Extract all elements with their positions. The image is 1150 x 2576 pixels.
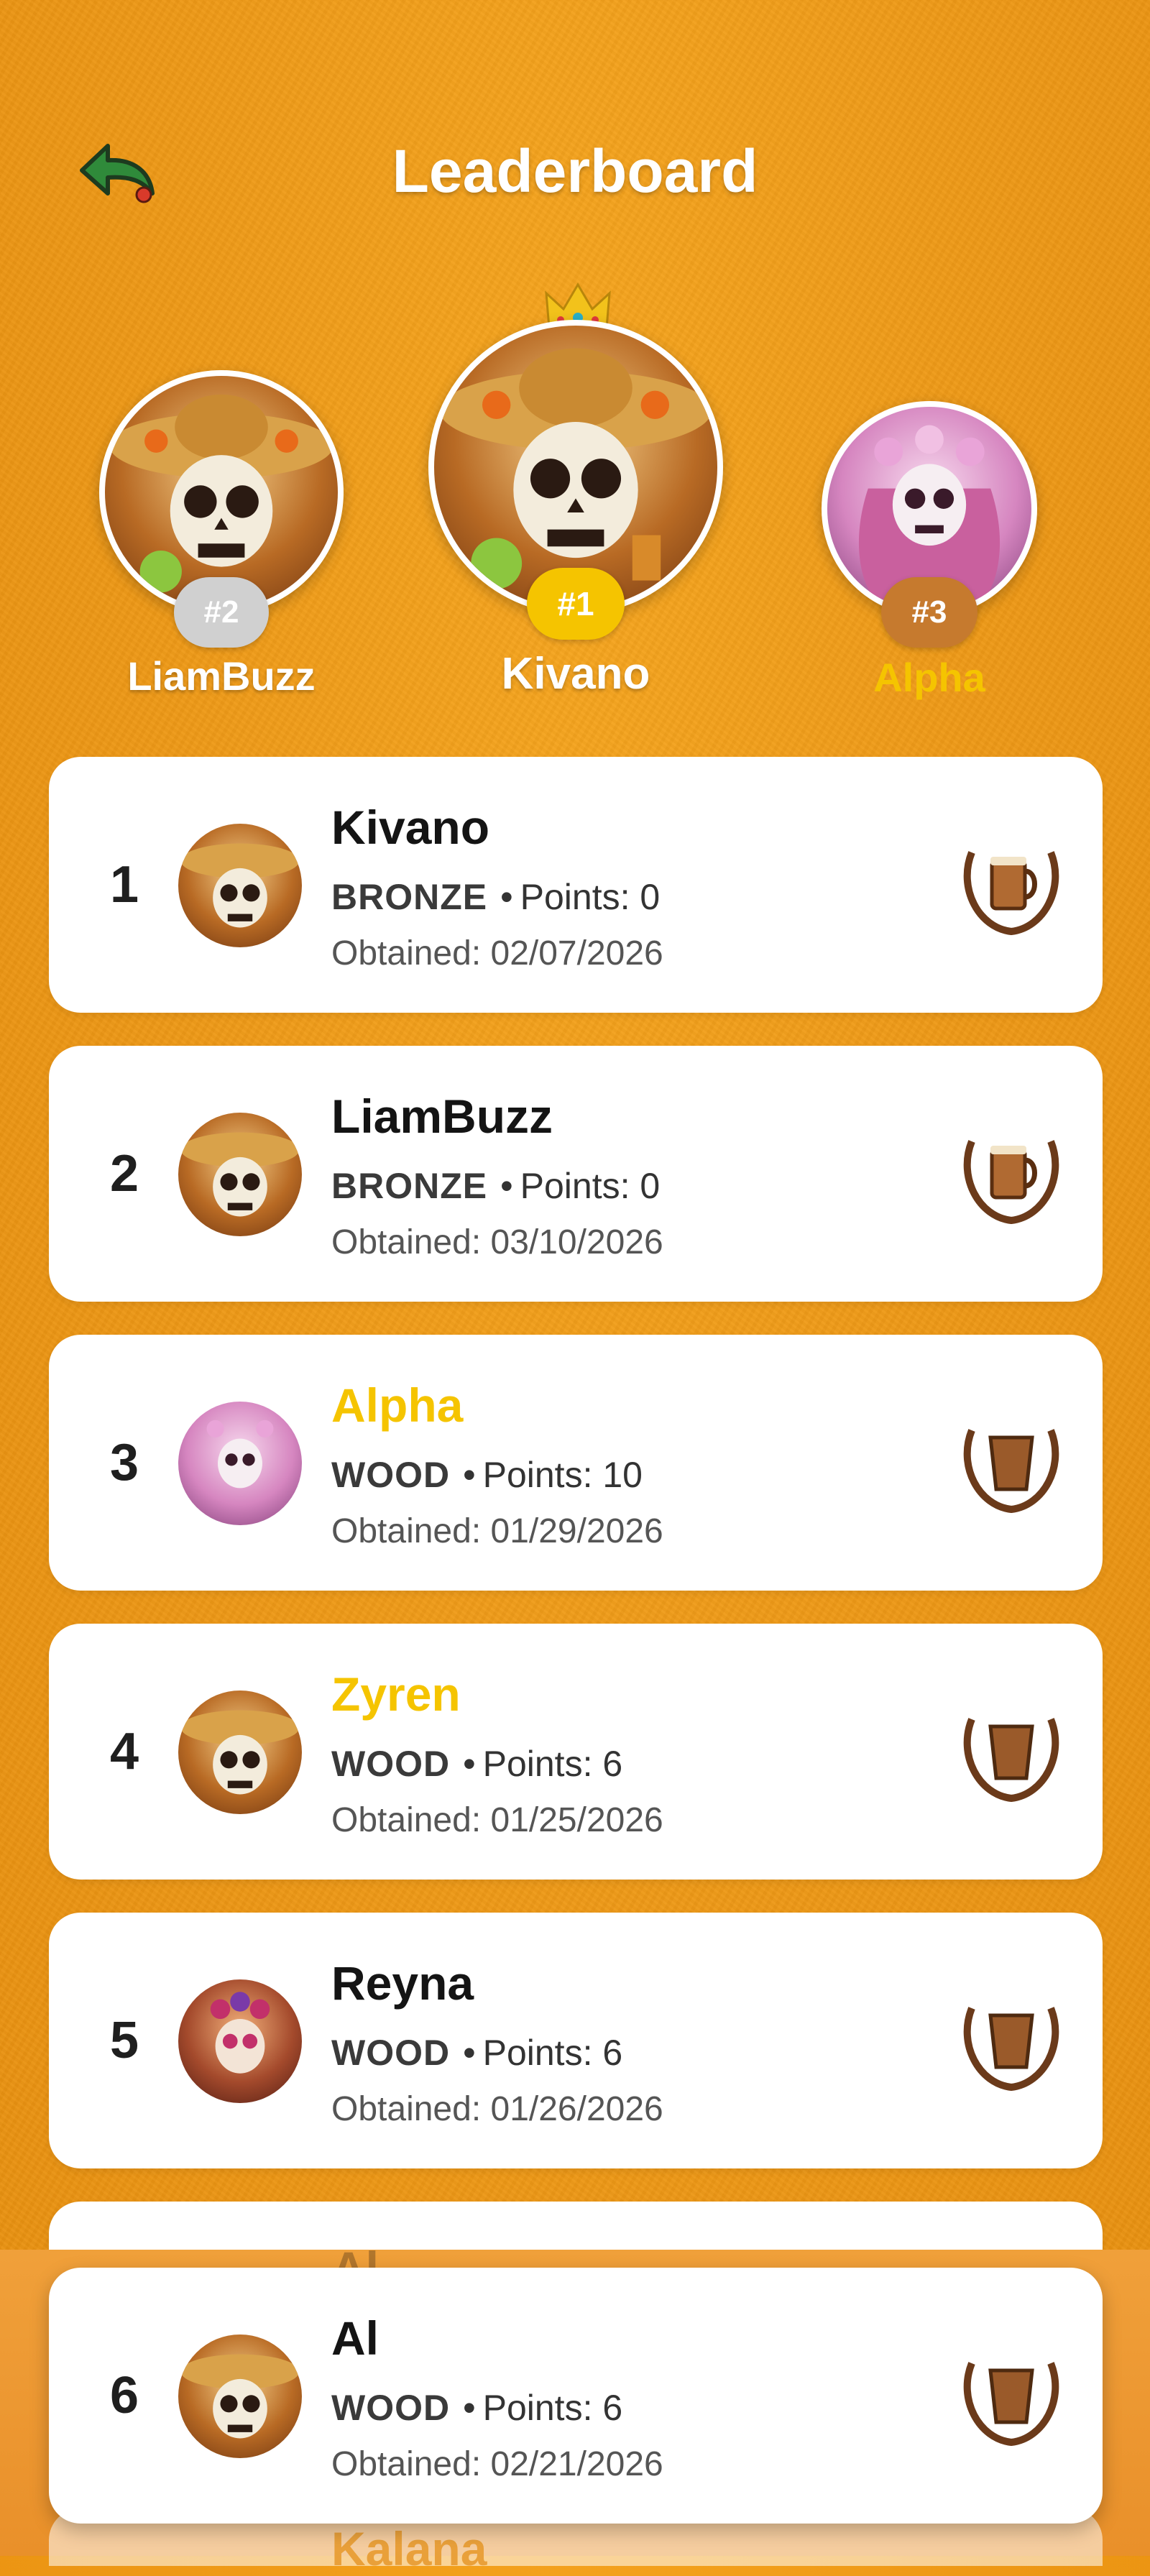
tier-label: WOOD [331,1744,451,1784]
points-label: Points: [482,1744,593,1784]
player-name: Zyren [331,1668,461,1721]
player-name: Al [331,2312,379,2365]
points-label: Points: [482,1455,593,1495]
bronze-mug-icon [957,1120,1065,1228]
wood-cup-icon [957,2342,1065,2450]
tier-points: WOOD • Points: 6 [331,2033,623,2073]
player-name: Alpha [331,1379,464,1432]
avatar [178,2334,302,2458]
obtained-date: Obtained: 02/07/2026 [331,934,663,972]
player-name: Kivano [331,801,490,854]
avatar [178,1979,302,2103]
leaderboard-row[interactable]: 4 Zyren WOOD • Points: 6 Obtained: 01/25/2… [49,1624,1103,1880]
leaderboard-row[interactable]: 5 Reyna WOOD • Points: 6 Obtained: 01/26/2… [49,1913,1103,2168]
rank-badge-third: #3 [881,577,978,648]
player-name: LiamBuzz [331,1090,553,1143]
tier-points: WOOD • Points: 10 [331,1455,643,1495]
wood-cup-icon [957,1409,1065,1517]
podium-third-place[interactable]: #3 Alpha [822,401,1037,703]
avatar [178,1402,302,1525]
obtained-date: Obtained: 01/29/2026 [331,1512,663,1550]
rank-badge-second: #2 [174,577,269,648]
tier-label: BRONZE [331,1166,488,1206]
points-label: Points: [482,2033,593,2073]
obtained-date: Obtained: 01/26/2026 [331,2090,663,2128]
avatar [178,1690,302,1814]
tier-points: WOOD • Points: 6 [331,2388,623,2428]
avatar [178,824,302,947]
tier-label: BRONZE [331,877,488,917]
avatar [178,1113,302,1236]
bronze-mug-icon [957,831,1065,939]
peek-name-below: Kalana [331,2522,487,2575]
tier-label: WOOD [331,2388,451,2428]
tier-points: BRONZE • Points: 0 [331,877,661,917]
wood-cup-icon [957,1987,1065,2094]
page-title: Leaderboard [392,137,758,205]
peek-name-above: Al [331,2242,379,2270]
points-value: 0 [640,877,661,917]
podium-name-first: Kivano [501,649,650,699]
tier-label: WOOD [331,2033,451,2073]
obtained-date: Obtained: 01/25/2026 [331,1801,663,1839]
tier-label: WOOD [331,1455,451,1495]
rank-number: 6 [109,2367,139,2424]
tier-points: BRONZE • Points: 0 [331,1166,661,1206]
leaderboard-row[interactable]: 2 LiamBuzz BRONZE • Points: 0 Obtained: 03… [49,1046,1103,1302]
points-value: 6 [602,2033,623,2073]
points-value: 0 [640,1166,661,1206]
current-user-row[interactable]: 6 Al WOOD • Points: 6 Obtained: 02/21/2026 [49,2268,1103,2524]
rank-badge-first: #1 [527,568,625,640]
rank-number: 4 [109,1723,139,1780]
points-label: Points: [520,877,630,917]
points-label: Points: [520,1166,630,1206]
podium-first-place[interactable]: #1 Kivano [428,273,723,704]
rank-number: 3 [109,1434,139,1491]
rank-number: 1 [109,856,139,914]
rank-number: 5 [109,2012,139,2069]
obtained-date: Obtained: 02/21/2026 [331,2445,663,2483]
points-value: 6 [602,2388,623,2428]
podium-name-third: Alpha [873,655,985,700]
podium-second-place[interactable]: #2 LiamBuzz [99,370,344,701]
points-label: Points: [482,2388,593,2428]
leaderboard-row[interactable]: 1 Kivano BRONZE • Points: 0 Obtained: 02/0… [49,757,1103,1013]
leaderboard-row[interactable]: 3 Alpha WOOD • Points: 10 Obtained: 01/29/… [49,1335,1103,1591]
player-name: Reyna [331,1956,474,2010]
points-value: 10 [602,1455,643,1495]
rank-number: 2 [109,1145,139,1202]
podium-name-second: LiamBuzz [127,653,316,699]
wood-cup-icon [957,1698,1065,1806]
tier-points: WOOD • Points: 6 [331,1744,623,1784]
points-value: 6 [602,1744,623,1784]
skull-sombrero-image [439,348,712,589]
obtained-date: Obtained: 03/10/2026 [331,1223,663,1261]
skull-sombrero-image [109,394,334,593]
